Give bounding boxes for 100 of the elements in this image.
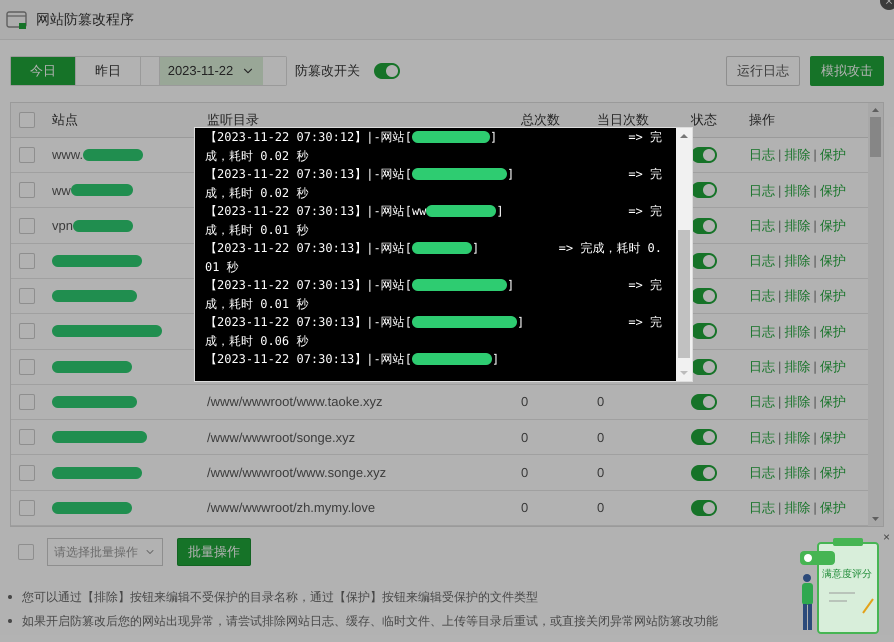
action-link[interactable]: 保护 xyxy=(820,286,846,306)
action-link[interactable]: 排除 xyxy=(784,286,810,306)
checkbox[interactable] xyxy=(19,147,35,164)
rating-widget[interactable]: 满意度评分 × xyxy=(795,531,890,639)
separator: | xyxy=(813,428,817,447)
action-link[interactable]: 排除 xyxy=(784,392,810,412)
bullet-icon xyxy=(8,619,12,623)
column-header: 操作 xyxy=(749,111,776,130)
action-link[interactable]: 日志 xyxy=(749,180,775,200)
action-link[interactable]: 保护 xyxy=(820,216,846,236)
checkbox[interactable] xyxy=(19,182,35,198)
close-icon[interactable]: × xyxy=(882,531,890,543)
status-toggle[interactable] xyxy=(691,288,717,304)
action-link[interactable]: 排除 xyxy=(784,145,810,165)
checkbox[interactable] xyxy=(19,218,35,234)
separator: | xyxy=(813,464,817,482)
log-line: ] xyxy=(506,166,514,183)
action-link[interactable]: 排除 xyxy=(784,498,810,518)
log-line: 【2023-11-22 07:30:13】|-网站[ xyxy=(205,314,412,331)
status-toggle[interactable] xyxy=(691,323,717,340)
checkbox[interactable] xyxy=(19,464,35,481)
action-link[interactable]: 日志 xyxy=(749,216,775,236)
status-toggle[interactable] xyxy=(691,394,717,410)
status-toggle[interactable] xyxy=(691,252,717,269)
checkbox[interactable] xyxy=(19,429,35,446)
status-toggle[interactable] xyxy=(691,218,717,234)
action-link[interactable]: 排除 xyxy=(784,428,810,448)
action-link[interactable]: 排除 xyxy=(784,251,810,271)
log-line: => 完成，耗时 0. xyxy=(558,240,662,257)
action-link[interactable]: 保护 xyxy=(820,392,846,412)
help-note: 您可以通过【排除】按钮来编辑不受保护的目录名称，通过【保护】按钮来编辑受保护的文件类型 xyxy=(22,589,538,606)
scrollbar[interactable] xyxy=(676,128,692,381)
action-link[interactable]: 保护 xyxy=(820,428,846,448)
status-toggle[interactable] xyxy=(691,182,717,198)
action-link[interactable]: 保护 xyxy=(820,322,846,342)
site-name: vpn xyxy=(52,216,73,235)
toolbar-button[interactable]: 模拟攻击 xyxy=(810,56,884,86)
log-line: => 完 xyxy=(628,129,662,146)
checkbox[interactable] xyxy=(19,112,35,128)
separator: | xyxy=(778,216,782,235)
action-link[interactable]: 保护 xyxy=(820,145,846,165)
action-link[interactable]: 日志 xyxy=(749,498,775,518)
scroll-thumb[interactable] xyxy=(870,117,881,157)
log-line: 【2023-11-22 07:30:13】|-网站[ xyxy=(205,240,412,257)
action-link[interactable]: 排除 xyxy=(784,216,810,236)
scroll-up-icon[interactable] xyxy=(872,108,879,112)
action-link[interactable]: 保护 xyxy=(820,180,846,200)
total-count: 0 xyxy=(521,394,528,410)
bullet-icon xyxy=(8,595,12,599)
action-link[interactable]: 日志 xyxy=(749,392,775,412)
batch-button[interactable]: 批量操作 xyxy=(177,538,251,566)
tamper-switch[interactable] xyxy=(374,63,400,79)
scroll-thumb[interactable] xyxy=(678,230,690,358)
checkbox[interactable] xyxy=(19,358,35,375)
checkbox[interactable] xyxy=(19,252,35,269)
scroll-down-icon[interactable] xyxy=(680,371,688,375)
action-link[interactable]: 日志 xyxy=(749,251,775,271)
help-note: 如果开启防篡改后您的网站出现异常，请尝试排除网站日志、缓存、临时文件、上传等目录后重试，或直接关闭异常网站防篡改功能 xyxy=(22,613,718,630)
status-toggle[interactable] xyxy=(691,429,717,446)
log-line: 成，耗时 0.01 秒 xyxy=(205,296,310,312)
toolbar-button[interactable]: 运行日志 xyxy=(726,56,800,86)
checkbox[interactable] xyxy=(19,500,35,516)
action-link[interactable]: 排除 xyxy=(784,180,810,200)
separator: | xyxy=(778,499,782,518)
checkbox[interactable] xyxy=(19,288,35,304)
scrollbar[interactable] xyxy=(868,103,883,526)
action-link[interactable]: 日志 xyxy=(749,145,775,165)
batch-select[interactable]: 请选择批量操作 xyxy=(47,538,163,566)
log-line: => 完 xyxy=(628,314,662,331)
action-link[interactable]: 日志 xyxy=(749,356,775,376)
checkbox[interactable] xyxy=(19,394,35,410)
log-line: ] xyxy=(490,129,498,146)
action-link[interactable]: 保护 xyxy=(820,251,846,271)
window-title: 网站防篡改程序 xyxy=(36,10,134,29)
action-link[interactable]: 日志 xyxy=(749,322,775,342)
action-link[interactable]: 排除 xyxy=(784,322,810,342)
separator: | xyxy=(778,428,782,447)
status-toggle[interactable] xyxy=(691,358,717,375)
log-line: 【2023-11-22 07:30:13】|-网站[ xyxy=(205,166,412,183)
action-link[interactable]: 保护 xyxy=(820,356,846,376)
action-link[interactable]: 排除 xyxy=(784,462,810,482)
directory-path: /www/wwwroot/www.songe.xyz xyxy=(207,464,386,480)
action-link[interactable]: 排除 xyxy=(784,356,810,376)
today-count: 0 xyxy=(597,500,604,516)
scroll-down-icon[interactable] xyxy=(872,517,879,521)
action-link[interactable]: 保护 xyxy=(820,462,846,482)
action-link[interactable]: 保护 xyxy=(820,498,846,518)
status-toggle[interactable] xyxy=(691,464,717,481)
status-toggle[interactable] xyxy=(691,500,717,516)
scroll-up-icon[interactable] xyxy=(680,134,688,138)
log-line: => 完 xyxy=(628,277,662,294)
checkbox[interactable] xyxy=(18,544,34,560)
action-link[interactable]: 日志 xyxy=(749,286,775,306)
action-link[interactable]: 日志 xyxy=(749,428,775,448)
log-line: ] xyxy=(516,314,524,331)
date-picker[interactable]: 2023-11-22 xyxy=(160,57,263,85)
checkbox[interactable] xyxy=(19,323,35,340)
date-tab[interactable]: 今日 xyxy=(11,57,76,85)
action-link[interactable]: 日志 xyxy=(749,462,775,482)
status-toggle[interactable] xyxy=(691,147,717,164)
